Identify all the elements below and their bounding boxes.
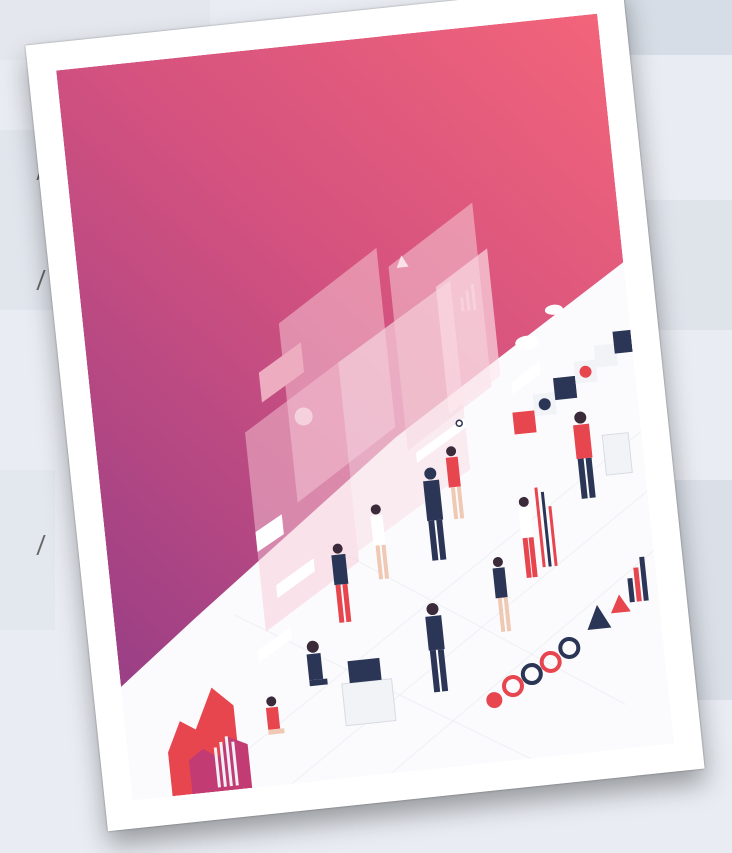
terminal-kiosk — [341, 678, 397, 727]
cube — [553, 375, 578, 401]
photo-frame — [25, 0, 705, 832]
terminal-screen — [347, 657, 382, 684]
person — [573, 411, 596, 499]
person — [518, 496, 538, 579]
cube — [612, 329, 633, 354]
person — [265, 696, 285, 735]
pyramid-chart — [587, 604, 612, 630]
edge-mark — [36, 535, 60, 555]
chat-bubble — [257, 626, 292, 663]
analytics-illustration — [56, 13, 654, 797]
bar-poles — [534, 487, 558, 568]
photo-image — [56, 13, 674, 801]
cube — [512, 410, 537, 435]
person — [425, 603, 449, 693]
chat-bubble — [511, 361, 541, 395]
stand-podium — [601, 432, 633, 476]
pyramid-chart — [610, 594, 631, 614]
person — [306, 640, 328, 687]
small-bar-chart — [627, 556, 649, 603]
person — [492, 556, 512, 632]
